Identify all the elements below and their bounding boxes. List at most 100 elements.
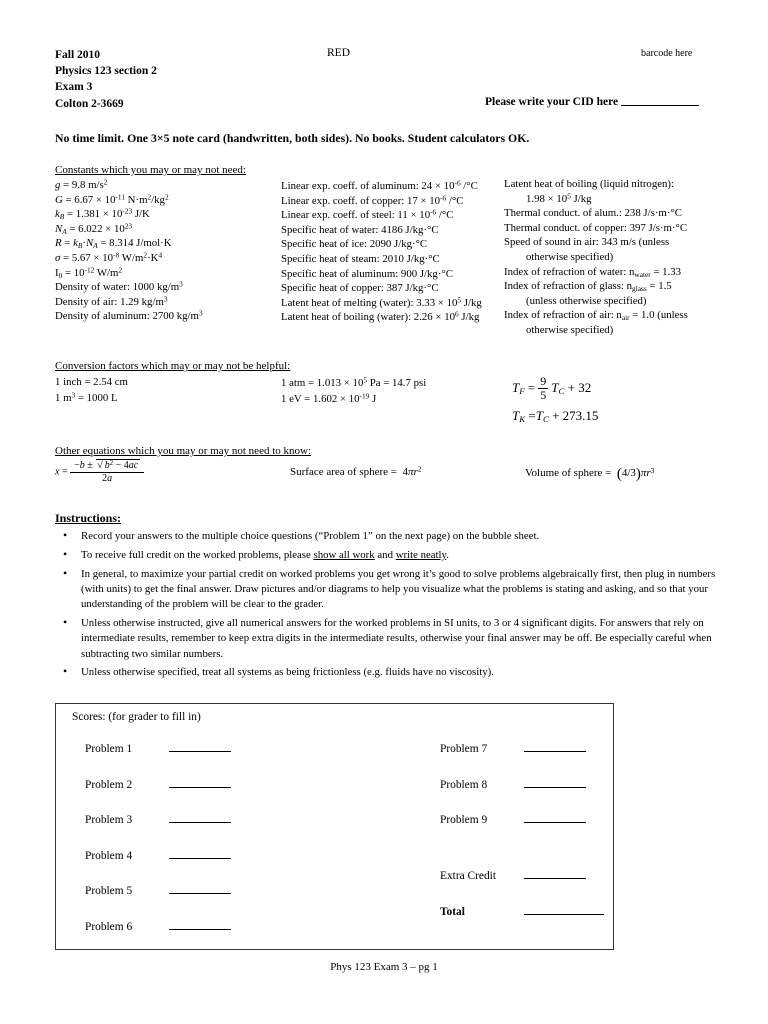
constant-thermcond-copper: Thermal conduct. of copper: 397 J/s·m·°C: [504, 221, 688, 234]
constant-thermcond-aluminum: Thermal conduct. of alum.: 238 J/s·m·°C: [504, 207, 682, 220]
constants-column-a: g = 9.8 m/s2 G = 6.67 × 10-11 N·m2/kg2 k…: [55, 178, 203, 324]
constant-g: g = 9.8 m/s2: [55, 177, 108, 191]
score-blank[interactable]: [169, 811, 231, 823]
bullet-icon: •: [63, 614, 68, 629]
score-blank[interactable]: [524, 776, 586, 788]
score-label: Problem 8: [440, 778, 488, 791]
score-blank[interactable]: [169, 776, 231, 788]
score-row: Problem 8: [440, 776, 604, 791]
barcode-placeholder: barcode here: [641, 48, 693, 59]
conversions-column-b: 1 atm = 1.013 × 105 Pa = 14.7 psi 1 eV =…: [281, 376, 426, 407]
quadratic-formula: x = −b ± √ b2 − 4ac 2a: [55, 459, 145, 484]
header-line-course: Physics 123 section 2: [55, 65, 157, 78]
score-label: Problem 4: [85, 849, 133, 862]
sphere-surface-area-formula: Surface area of sphere = 4πr2: [290, 464, 422, 478]
header-line-instructor: Colton 2-3669: [55, 97, 124, 110]
constant-index-glass: Index of refraction of glass: nglass = 1…: [504, 280, 672, 293]
score-label: Problem 7: [440, 743, 488, 755]
score-row-extra-credit: Extra Credit: [440, 867, 604, 882]
bullet-icon: •: [63, 664, 68, 679]
constant-specheat-copper: Specific heat of copper: 387 J/kg·°C: [281, 282, 439, 295]
score-row: Problem 4: [85, 847, 231, 862]
fraction-nine-fifths: 95: [538, 374, 549, 402]
other-equations-heading: Other equations which you may or may not…: [55, 445, 312, 457]
score-blank[interactable]: [169, 847, 231, 859]
constant-latent-boiling-water: Latent heat of boiling (water): 2.26 × 1…: [281, 310, 480, 324]
score-blank[interactable]: [524, 811, 586, 823]
header-line-exam: Exam 3: [55, 81, 93, 94]
constant-specheat-water: Specific heat of water: 4186 J/kg·°C: [281, 223, 439, 236]
constants-column-c: Latent heat of boiling (liquid nitrogen)…: [504, 177, 688, 338]
instruction-item: • Unless otherwise specified, treat all …: [55, 664, 727, 680]
cid-write-in-blank[interactable]: [621, 94, 700, 106]
score-label: Problem 5: [85, 885, 133, 897]
quadratic-fraction: −b ± √ b2 − 4ac 2a: [70, 459, 145, 484]
conversion-inch: 1 inch = 2.54 cm: [55, 376, 128, 388]
scores-left-column: Problem 1 Problem 2 Problem 3 Problem 4 …: [85, 740, 231, 953]
score-label: Problem 6: [85, 920, 133, 933]
score-label: Problem 9: [440, 814, 488, 826]
constant-reference-intensity: I0 = 10-12 W/m2: [55, 265, 123, 280]
constant-avogadro: NA = 6.022 × 1023: [55, 221, 133, 236]
instruction-text: In general, to maximize your partial cre…: [81, 567, 716, 611]
constant-latent-melting-water: Latent heat of melting (water): 3.33 × 1…: [281, 295, 482, 309]
score-label: Total: [440, 905, 465, 918]
cid-prompt-label: Please write your CID here: [485, 96, 619, 108]
cid-prompt: Please write your CID here: [485, 94, 700, 108]
exam-version-label: RED: [327, 47, 350, 59]
score-label: Problem 2: [85, 778, 133, 791]
score-label: Problem 3: [85, 814, 133, 826]
instruction-item: • Unless otherwise instructed, give all …: [55, 614, 727, 662]
constants-column-b: Linear exp. coeff. of aluminum: 24 × 10-…: [281, 179, 482, 325]
temperature-conversion-formulas: TF = 95 TC + 32 TK = TC + 273.15: [512, 375, 598, 424]
bullet-icon: •: [63, 528, 68, 542]
constant-linexp-steel: Linear exp. coeff. of steel: 11 × 10-6 /…: [281, 207, 454, 222]
exam-page: Fall 2010 Physics 123 section 2 Exam 3 C…: [0, 0, 768, 1024]
score-row: Problem 3: [85, 811, 231, 826]
score-blank[interactable]: [524, 867, 586, 879]
score-row: Problem 7: [440, 740, 604, 755]
constant-speed-of-sound-cont: otherwise specified): [526, 250, 614, 263]
constant-gas-constant: R = kB·NA = 8.314 J/mol·K: [55, 237, 172, 251]
bullet-icon: •: [63, 546, 68, 561]
score-label: Problem 1: [85, 743, 133, 755]
constant-density-water: Density of water: 1000 kg/m3: [55, 279, 183, 294]
formula-fahrenheit: TF = 95 TC + 32: [512, 374, 592, 402]
bullet-icon: •: [63, 565, 68, 580]
constant-latent-boiling-nitrogen-label: Latent heat of boiling (liquid nitrogen)…: [504, 178, 675, 190]
constant-stefan-boltzmann: σ = 5.67 × 10-8 W/m2·K4: [55, 250, 163, 264]
constant-specheat-ice: Specific heat of ice: 2090 J/kg·°C: [281, 238, 428, 251]
score-row: Problem 1: [85, 740, 231, 755]
constant-index-air-cont: otherwise specified): [526, 323, 614, 336]
instruction-item: • To receive full credit on the worked p…: [55, 546, 727, 563]
score-blank[interactable]: [169, 882, 231, 894]
constant-latent-boiling-nitrogen-value: 1.98 × 105 J/kg: [526, 191, 592, 205]
score-blank[interactable]: [169, 740, 231, 752]
conversion-cubic-meter: 1 m3 = 1000 L: [55, 390, 118, 404]
scores-title: Scores: (for grader to fill in): [72, 711, 201, 723]
sphere-area-label: Surface area of sphere =: [290, 466, 397, 478]
sphere-volume-formula: Volume of sphere = (4/3)πr3: [525, 465, 655, 482]
exam-header-block: Fall 2010 Physics 123 section 2 Exam 3 C…: [55, 47, 157, 112]
scores-spacer: [440, 847, 604, 868]
conversions-heading: Conversion factors which may or may not …: [55, 360, 291, 372]
score-blank[interactable]: [524, 903, 604, 915]
page-footer: Phys 123 Exam 3 – pg 1: [330, 961, 438, 973]
constant-index-water: Index of refraction of water: nwater = 1…: [504, 265, 682, 279]
constant-specheat-steam: Specific heat of steam: 2010 J/kg·°C: [281, 252, 440, 265]
header-line-term: Fall 2010: [55, 49, 101, 61]
constants-heading: Constants which you may or may not need:: [55, 164, 246, 176]
score-blank[interactable]: [169, 918, 231, 930]
conversions-column-a: 1 inch = 2.54 cm 1 m3 = 1000 L: [55, 375, 128, 406]
score-row: Problem 9: [440, 811, 604, 826]
constant-G: G = 6.67 × 10-11 N·m2/kg2: [55, 192, 169, 206]
constant-linexp-aluminum: Linear exp. coeff. of aluminum: 24 × 10-…: [281, 178, 478, 192]
score-blank[interactable]: [524, 740, 586, 752]
score-row-total: Total: [440, 903, 604, 918]
constant-index-air: Index of refraction of air: nair = 1.0 (…: [504, 309, 688, 323]
score-row: Problem 2: [85, 776, 231, 791]
conversion-atm: 1 atm = 1.013 × 105 Pa = 14.7 psi: [281, 375, 427, 389]
constant-density-aluminum: Density of aluminum: 2700 kg/m3: [55, 309, 203, 323]
sphere-volume-label: Volume of sphere =: [525, 467, 612, 480]
instructions-list: • Record your answers to the multiple ch…: [55, 528, 727, 684]
